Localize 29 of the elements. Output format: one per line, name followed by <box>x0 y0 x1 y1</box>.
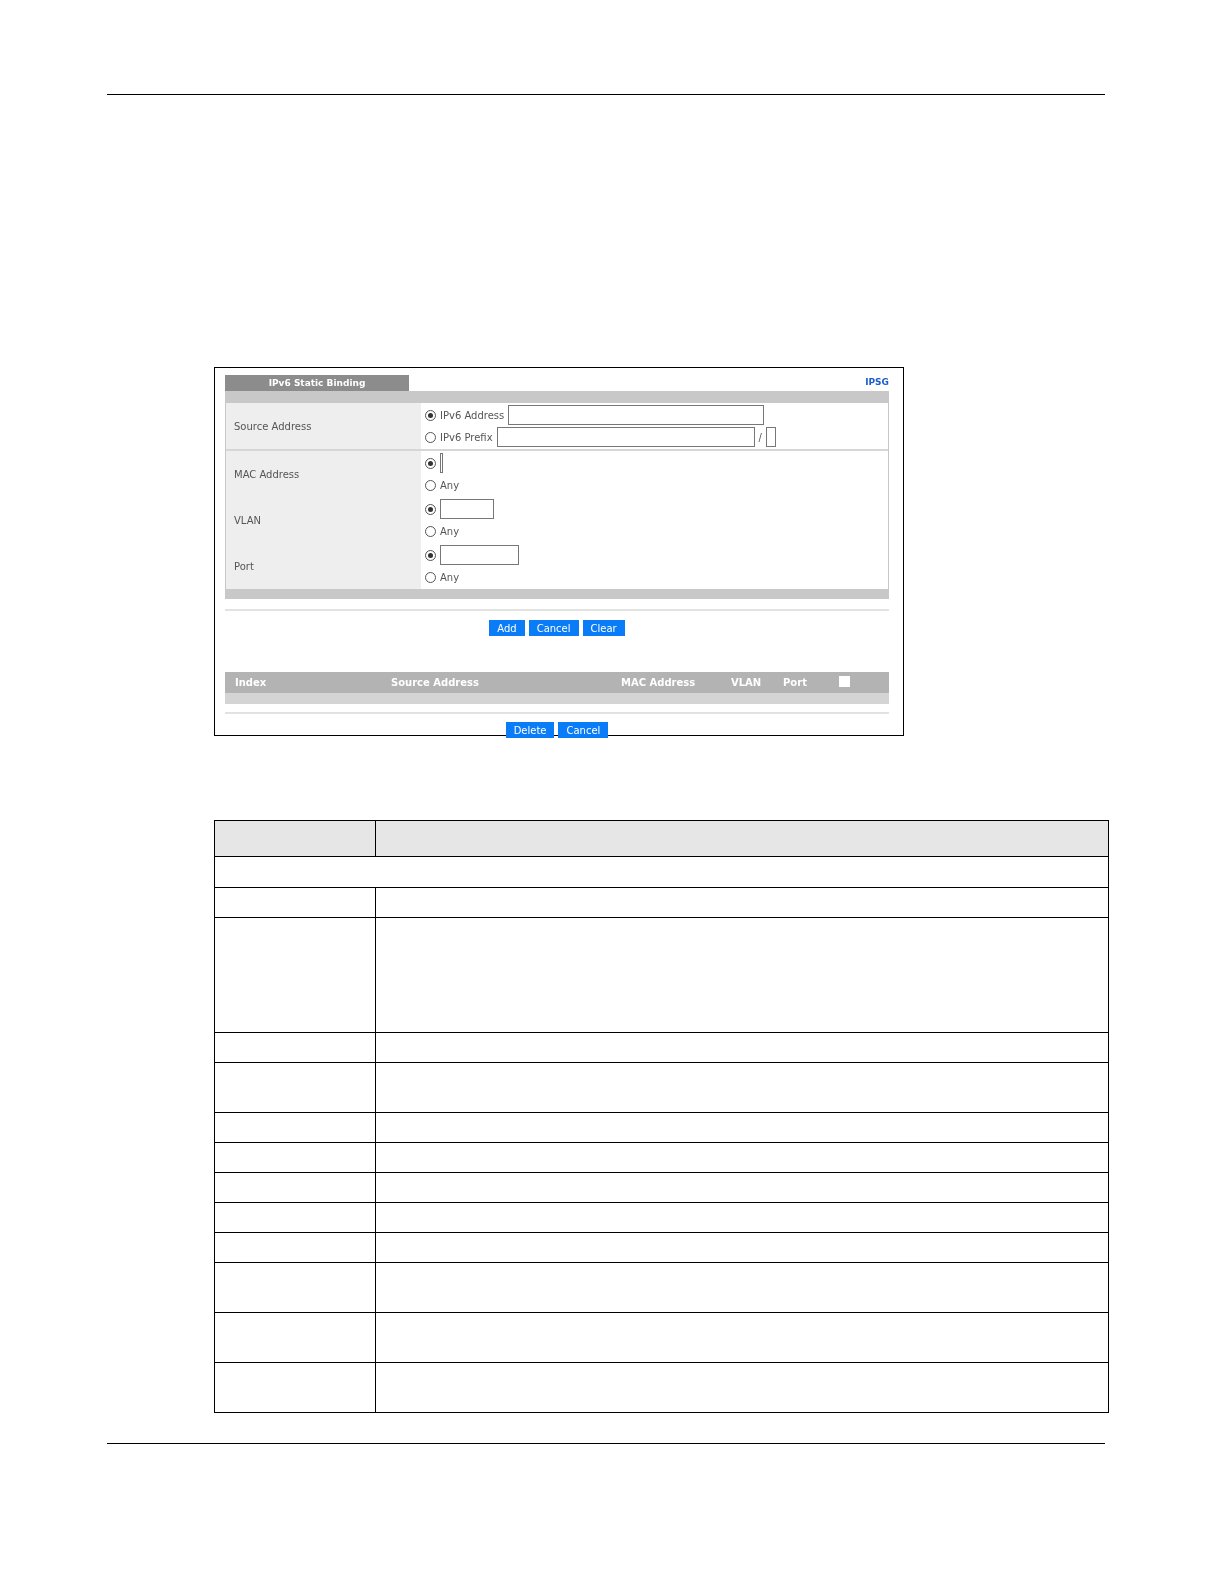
column-header: Source Address <box>391 677 480 688</box>
option-label: IPv6 Address <box>440 409 505 421</box>
option-label: Any <box>440 571 460 583</box>
form-button[interactable]: Clear <box>582 620 625 636</box>
field-label: Source Address <box>226 403 421 449</box>
column-header: Index <box>235 677 268 688</box>
option-label: Any <box>440 525 460 537</box>
form-button[interactable]: Add <box>489 620 525 636</box>
column-header: MAC Address <box>621 677 697 688</box>
field-label: Port <box>226 543 421 589</box>
column-header: VLAN <box>731 677 763 688</box>
option-label: Any <box>440 479 460 491</box>
input-field[interactable] <box>440 453 443 473</box>
option-label: IPv6 Prefix <box>440 431 493 443</box>
ipsg-link[interactable]: IPSG <box>865 377 889 387</box>
form-button[interactable]: Cancel <box>528 620 579 636</box>
field-label: VLAN <box>226 497 421 543</box>
field-label: MAC Address <box>226 451 421 497</box>
separator: / <box>758 431 762 443</box>
input-field[interactable] <box>496 427 755 447</box>
panel-tab[interactable]: IPv6 Static Binding <box>225 375 409 391</box>
table-button[interactable]: Delete <box>505 722 555 738</box>
input-field[interactable] <box>440 545 519 565</box>
input-field[interactable] <box>765 427 776 447</box>
input-field[interactable] <box>440 499 494 519</box>
column-header: Port <box>783 677 808 688</box>
select-all-checkbox[interactable] <box>839 676 850 687</box>
table-button[interactable]: Cancel <box>558 722 609 738</box>
input-field[interactable] <box>508 405 765 425</box>
